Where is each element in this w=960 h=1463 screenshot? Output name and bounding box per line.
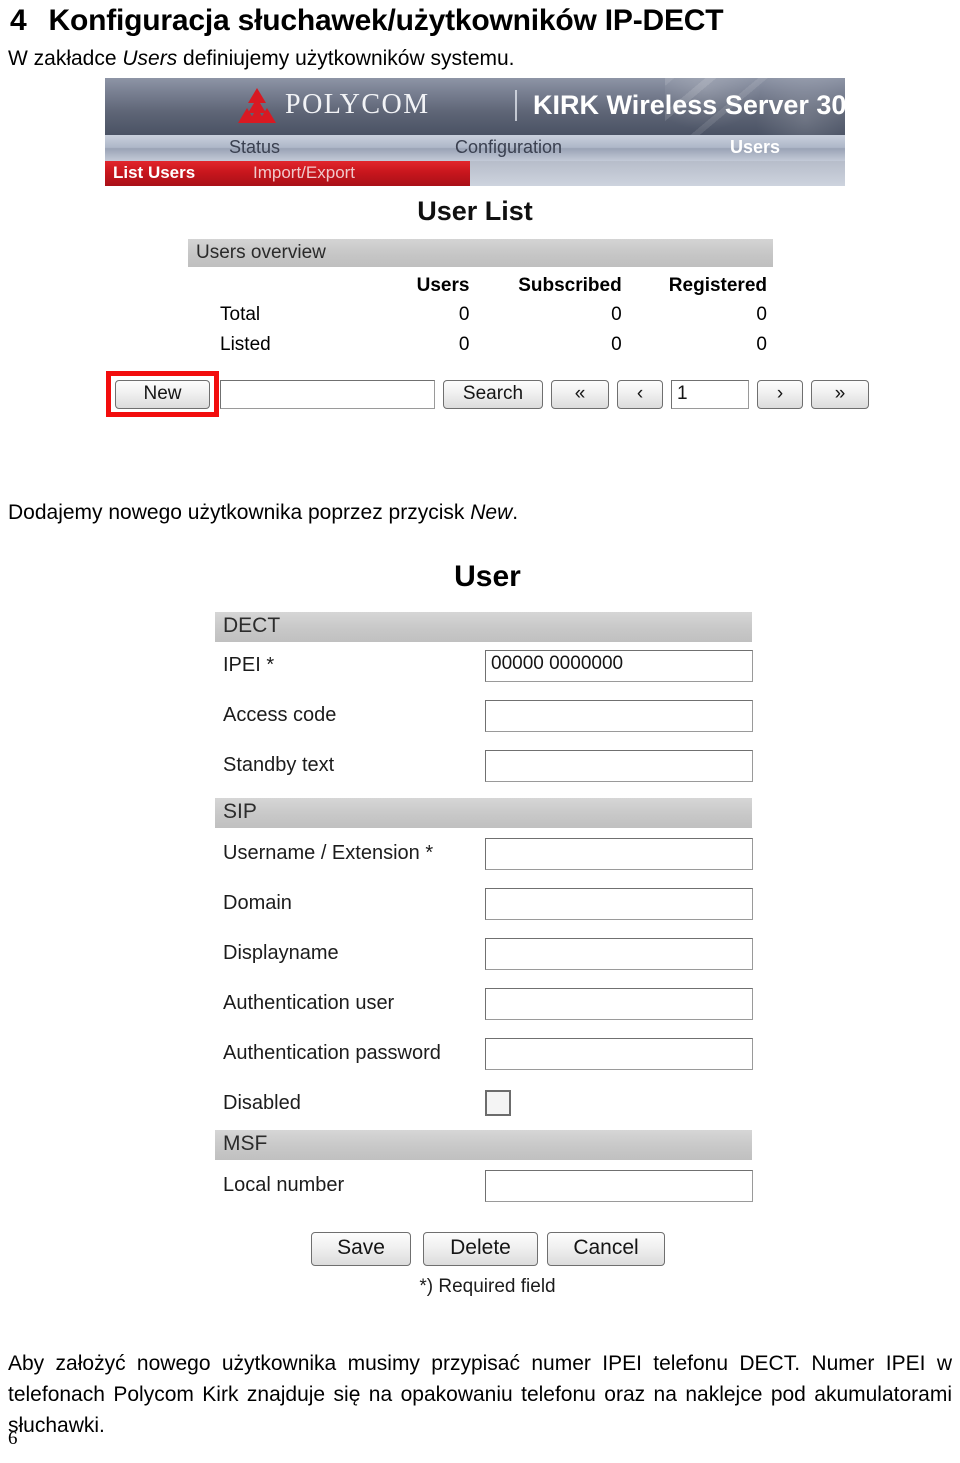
standby-text-input[interactable] <box>485 750 753 782</box>
nav-item-users[interactable]: Users <box>730 137 780 158</box>
table-row: Total 0 0 0 <box>188 300 773 330</box>
polycom-triangles-logo-icon <box>238 87 276 125</box>
previous-page-button[interactable]: ‹ <box>617 380 663 409</box>
screenshot-user-list: POLYCOM KIRK Wireless Server 300 Status … <box>105 78 869 468</box>
table-header-blank <box>188 274 390 300</box>
mid-text-italic: New <box>470 501 513 524</box>
polycom-banner: POLYCOM KIRK Wireless Server 300 <box>105 78 845 135</box>
next-page-button[interactable]: › <box>757 380 803 409</box>
page-title-text: Konfiguracja słuchawek/użytkowników IP-D… <box>48 4 724 37</box>
last-page-button[interactable]: » <box>811 380 869 409</box>
cell-listed-registered: 0 <box>756 334 767 355</box>
table-row: Listed 0 0 0 <box>188 330 773 360</box>
sub-navigation: List Users Import/Export <box>105 161 845 186</box>
page-number-input[interactable]: 1 <box>671 380 749 409</box>
cancel-button[interactable]: Cancel <box>547 1232 665 1266</box>
mid-text-before: Dodajemy nowego użytkownika poprzez przy… <box>8 501 471 524</box>
user-list-body: User List Users overview Users Subscribe… <box>105 186 869 468</box>
access-code-input[interactable] <box>485 700 753 732</box>
form-row-domain: Domain <box>215 886 760 926</box>
form-row-disabled: Disabled <box>215 1086 760 1126</box>
nav-item-status[interactable]: Status <box>229 137 280 158</box>
page-title: 4 Konfiguracja słuchawek/użytkowników IP-… <box>10 4 950 38</box>
ipei-input[interactable]: 00000 0000000 <box>485 650 753 682</box>
form-row-local-number: Local number <box>215 1168 760 1208</box>
bottom-paragraph: Aby założyć nowego użytkownika musimy pr… <box>8 1352 952 1437</box>
username-extension-input[interactable] <box>485 838 753 870</box>
main-navigation: Status Configuration Users <box>105 135 845 161</box>
table-header-registered: Registered <box>668 275 767 296</box>
cell-total-registered: 0 <box>756 304 767 325</box>
label-displayname: Displayname <box>223 942 339 964</box>
subnav-item-import-export[interactable]: Import/Export <box>253 163 355 183</box>
label-username-extension: Username / Extension * <box>223 842 434 864</box>
label-local-number: Local number <box>223 1174 345 1196</box>
banner-divider <box>515 90 517 121</box>
intro-paragraph: W zakładce Users definiujemy użytkownikó… <box>8 44 515 74</box>
section-header-users-overview: Users overview <box>188 239 773 267</box>
section-header-sip: SIP <box>215 798 752 828</box>
product-name: KIRK Wireless Server 300 <box>533 90 845 120</box>
screenshot-user-form: User DECT IPEI * 00000 0000000 Access co… <box>215 560 760 1310</box>
form-row-displayname: Displayname <box>215 936 760 976</box>
label-standby-text: Standby text <box>223 754 335 776</box>
delete-button[interactable]: Delete <box>423 1232 538 1266</box>
user-list-toolbar: New Search « ‹ 1 › » <box>105 371 869 417</box>
label-disabled: Disabled <box>223 1092 301 1114</box>
table-header-subscribed: Subscribed <box>518 275 622 296</box>
authentication-password-input[interactable] <box>485 1038 753 1070</box>
required-field-note: *) Required field <box>419 1276 556 1297</box>
user-list-title: User List <box>417 196 533 226</box>
mid-paragraph: Dodajemy nowego użytkownika poprzez przy… <box>8 498 518 528</box>
form-row-authentication-password: Authentication password <box>215 1036 760 1076</box>
authentication-user-input[interactable] <box>485 988 753 1020</box>
cell-listed-users: 0 <box>458 334 470 355</box>
user-form-buttons: Save Delete Cancel <box>215 1232 760 1272</box>
save-button[interactable]: Save <box>311 1232 411 1266</box>
row-label-listed: Listed <box>220 334 271 355</box>
domain-input[interactable] <box>485 888 753 920</box>
page-title-number: 4 <box>10 4 27 37</box>
polycom-wordmark: POLYCOM <box>285 89 430 120</box>
nav-item-configuration[interactable]: Configuration <box>455 137 562 158</box>
search-input[interactable] <box>220 380 435 409</box>
table-header-users: Users <box>416 275 470 296</box>
page-number: 6 <box>8 1428 18 1449</box>
section-header-msf: MSF <box>215 1130 752 1160</box>
label-authentication-password: Authentication password <box>223 1042 441 1064</box>
user-form-title: User <box>454 560 521 593</box>
mid-text-after: . <box>512 501 519 524</box>
intro-text-before: W zakładce <box>8 47 123 70</box>
row-label-total: Total <box>220 304 261 325</box>
label-authentication-user: Authentication user <box>223 992 395 1014</box>
form-row-authentication-user: Authentication user <box>215 986 760 1026</box>
subnav-item-list-users[interactable]: List Users <box>113 163 195 183</box>
users-overview-table: Users Subscribed Registered Total 0 0 0 … <box>188 274 773 360</box>
table-header-row: Users Subscribed Registered <box>188 274 773 300</box>
intro-text-after: definiujemy użytkowników systemu. <box>177 47 515 70</box>
local-number-input[interactable] <box>485 1170 753 1202</box>
cell-total-subscribed: 0 <box>611 304 622 325</box>
first-page-button[interactable]: « <box>551 380 609 409</box>
label-domain: Domain <box>223 892 292 914</box>
form-row-standby-text: Standby text <box>215 748 760 788</box>
section-header-dect: DECT <box>215 612 752 642</box>
label-access-code: Access code <box>223 704 337 726</box>
label-ipei: IPEI * <box>223 654 275 676</box>
displayname-input[interactable] <box>485 938 753 970</box>
intro-text-italic: Users <box>122 47 178 70</box>
form-row-username-extension: Username / Extension * <box>215 836 760 876</box>
new-button[interactable]: New <box>115 380 210 409</box>
form-row-access-code: Access code <box>215 698 760 738</box>
search-button[interactable]: Search <box>443 380 543 409</box>
form-row-ipei: IPEI * 00000 0000000 <box>215 648 760 688</box>
cell-listed-subscribed: 0 <box>611 334 622 355</box>
disabled-checkbox[interactable] <box>485 1090 511 1116</box>
cell-total-users: 0 <box>458 304 470 325</box>
